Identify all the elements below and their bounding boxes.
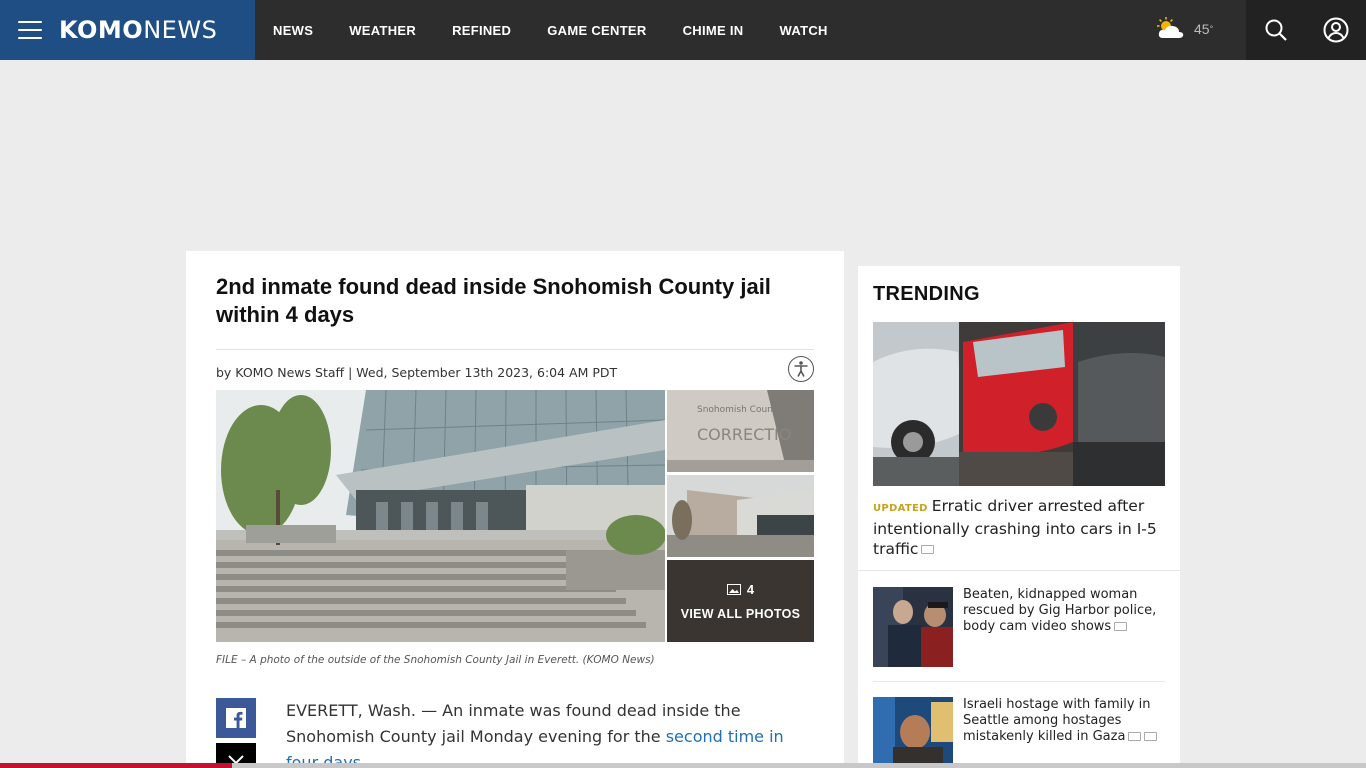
story-thumbnail <box>873 697 953 768</box>
svg-text:Snohomish Coun: Snohomish Coun <box>697 405 773 415</box>
story-title: Israeli hostage with family in Seattle a… <box>963 697 1163 745</box>
photo-caption: FILE – A photo of the outside of the Sno… <box>216 654 655 666</box>
headline-divider <box>216 349 814 350</box>
reading-progress-bar <box>0 763 1366 768</box>
view-all-photos-button[interactable]: 4 VIEW ALL PHOTOS <box>667 560 814 642</box>
photo-count: 4 <box>746 581 755 597</box>
gallery-icon <box>1144 732 1158 741</box>
photos-icon <box>726 583 741 595</box>
article-card: 2nd inmate found dead inside Snohomish C… <box>186 251 844 768</box>
trending-title: TRENDING <box>873 283 980 305</box>
gallery-thumbnail[interactable]: Snohomish Coun CORRECTIO <box>667 390 814 472</box>
video-icon <box>1128 732 1142 741</box>
photo-gallery: Snohomish Coun CORRECTIO 4 VIEW ALL PHOT… <box>216 390 814 642</box>
trending-sidebar: TRENDING UPDATED Erratic driver arrested … <box>858 266 1180 768</box>
main-nav: NEWS WEATHER REFINED GAME CENTER CHIME I… <box>273 23 864 38</box>
trending-lead-image[interactable] <box>873 322 1165 486</box>
partly-cloudy-icon <box>1157 17 1184 38</box>
section-divider <box>858 570 1180 571</box>
story-title: Beaten, kidnapped woman rescued by Gig H… <box>963 587 1163 635</box>
account-icon[interactable] <box>1323 17 1349 43</box>
site-logo[interactable]: KOMONEWS <box>59 16 217 44</box>
nav-news[interactable]: NEWS <box>273 23 313 38</box>
view-all-label: VIEW ALL PHOTOS <box>680 606 801 621</box>
svg-text:CORRECTIO: CORRECTIO <box>697 425 791 444</box>
story-divider <box>873 681 1165 682</box>
search-icon[interactable] <box>1264 18 1288 42</box>
story-title-text: Beaten, kidnapped woman rescued by Gig H… <box>963 587 1157 634</box>
facebook-icon <box>226 708 246 728</box>
accessibility-icon[interactable] <box>788 356 814 382</box>
main-photo[interactable] <box>216 390 665 642</box>
facebook-share-button[interactable] <box>216 698 256 738</box>
article-headline: 2nd inmate found dead inside Snohomish C… <box>216 274 771 327</box>
nav-refined[interactable]: REFINED <box>452 23 511 38</box>
top-navigation-bar: KOMONEWS NEWS WEATHER REFINED GAME CENTE… <box>0 0 1366 60</box>
weather-widget[interactable]: 45 ° <box>1154 16 1213 42</box>
article-body: EVERETT, Wash. — An inmate was found dea… <box>286 698 806 768</box>
degree-symbol: ° <box>1209 24 1214 34</box>
nav-chime-in[interactable]: CHIME IN <box>683 23 744 38</box>
gallery-thumbnail[interactable] <box>667 475 814 557</box>
trending-lead-story[interactable]: UPDATED Erratic driver arrested after int… <box>873 496 1163 559</box>
header-actions <box>1246 0 1366 60</box>
story-title-text: Israeli hostage with family in Seattle a… <box>963 697 1151 744</box>
gallery-icon <box>921 545 935 554</box>
brand-area: KOMONEWS <box>0 0 255 60</box>
nav-watch[interactable]: WATCH <box>780 23 828 38</box>
story-thumbnail <box>873 587 953 667</box>
nav-game-center[interactable]: GAME CENTER <box>547 23 646 38</box>
article-byline: by KOMO News Staff | Wed, September 13th… <box>216 365 618 380</box>
nav-weather[interactable]: WEATHER <box>349 23 416 38</box>
video-icon <box>1114 622 1128 631</box>
reading-progress-fill <box>0 763 233 768</box>
menu-icon[interactable] <box>18 21 42 39</box>
updated-tag: UPDATED <box>873 503 928 514</box>
temperature-value: 45 <box>1194 21 1210 37</box>
